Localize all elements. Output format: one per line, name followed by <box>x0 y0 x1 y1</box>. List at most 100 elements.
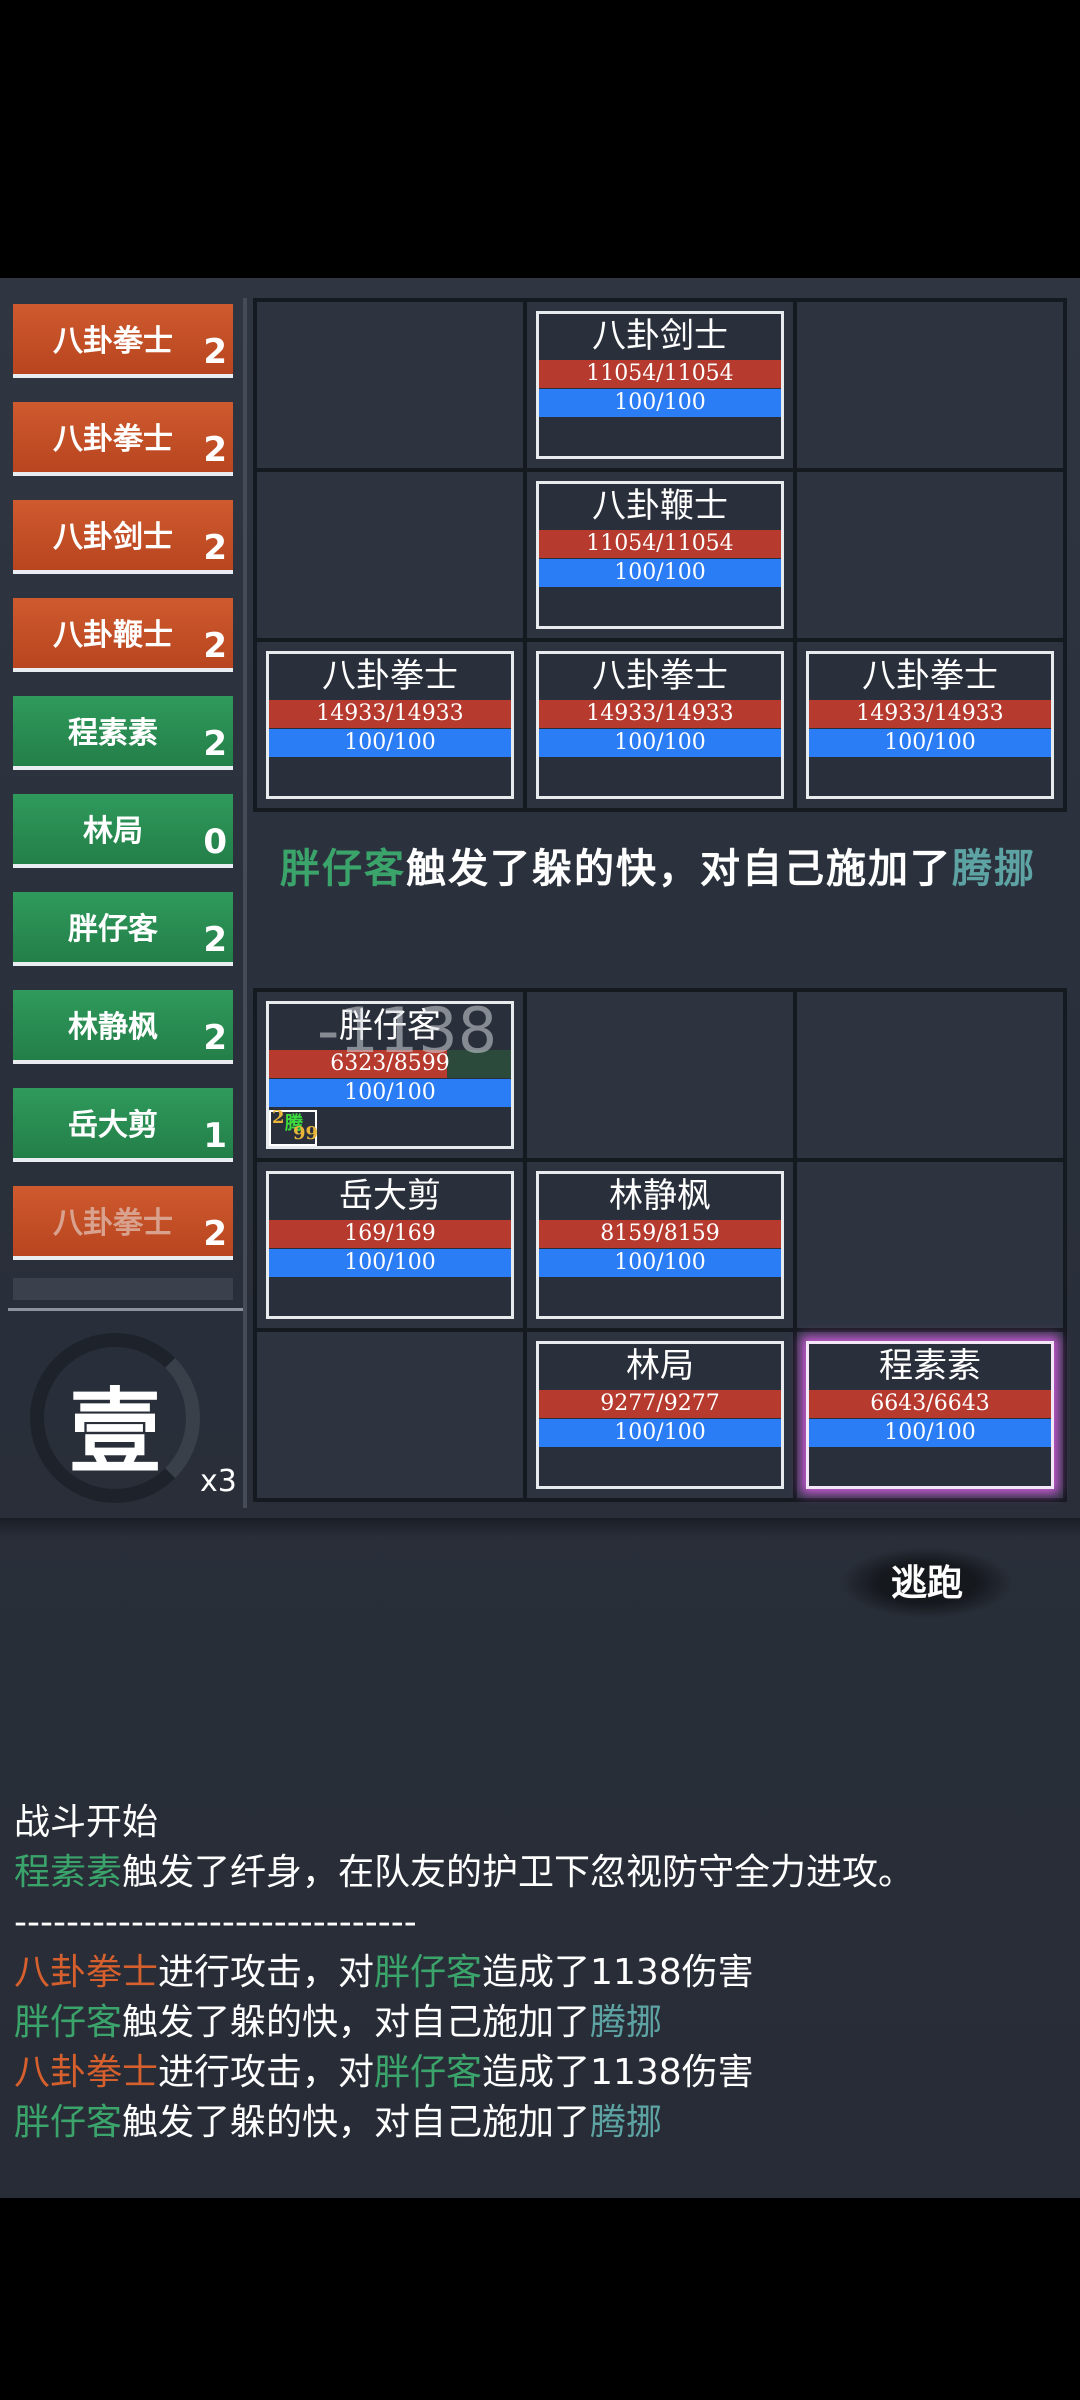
turn-order-item[interactable]: 八卦鞭士 2 <box>13 598 233 672</box>
unit-name: 程素素 <box>879 1346 981 1386</box>
unit-name: 胖仔客 <box>339 1006 441 1046</box>
grid-cell[interactable]: 八卦剑士 11054/11054 100/100 <box>527 302 793 468</box>
mp-bar: 100/100 <box>269 729 511 757</box>
hp-value: 14933/14933 <box>316 701 464 726</box>
ally-unit-card-selected[interactable]: 程素素 6643/6643 100/100 <box>806 1341 1054 1489</box>
grid-cell-empty[interactable] <box>257 1332 523 1498</box>
turn-order-count: 2 <box>203 1018 227 1058</box>
log-effect: 腾挪 <box>590 2002 663 2043</box>
log-actor: 八卦拳士 <box>14 1952 159 1993</box>
mp-value: 100/100 <box>614 1420 706 1445</box>
buff-tengnuo-icon[interactable]: 2 腾 99 <box>269 1107 319 1146</box>
log-text: 触发了躲的快，对自己施加了 <box>122 2102 591 2143</box>
hp-value: 6643/6643 <box>870 1391 990 1416</box>
grid-cell[interactable]: 林静枫 8159/8159 100/100 <box>527 1162 793 1328</box>
log-actor: 程素素 <box>14 1852 123 1893</box>
announce-text: 触发了躲的快，对自己施加了 <box>406 845 952 892</box>
turn-order-name: 八卦鞭士 <box>53 618 173 653</box>
turn-order-count: 2 <box>203 332 227 372</box>
log-line: 胖仔客触发了躲的快，对自己施加了腾挪 <box>14 1998 1064 2048</box>
mp-value: 100/100 <box>614 1250 706 1275</box>
grid-cell-empty[interactable] <box>797 302 1063 468</box>
announce-effect: 腾挪 <box>952 845 1036 892</box>
turn-order-item[interactable]: 胖仔客 2 <box>13 892 233 966</box>
unit-name: 八卦拳士 <box>862 656 998 696</box>
battle-log: 战斗开始 程素素触发了纤身，在队友的护卫下忽视防守全力进攻。 ---------… <box>14 1798 1064 2148</box>
hp-value: 11054/11054 <box>586 361 734 386</box>
log-target: 胖仔客 <box>374 1952 483 1993</box>
round-number: 壹 <box>68 1378 161 1486</box>
enemy-unit-card[interactable]: 八卦剑士 11054/11054 100/100 <box>536 311 784 459</box>
enemy-unit-card[interactable]: 八卦拳士 14933/14933 100/100 <box>536 651 784 799</box>
grid-cell[interactable]: 八卦鞭士 11054/11054 100/100 <box>527 472 793 638</box>
turn-order-item[interactable]: 八卦拳士 2 <box>13 304 233 378</box>
action-announcement: 胖仔客触发了躲的快，对自己施加了腾挪 <box>280 838 1050 900</box>
grid-cell[interactable]: 胖仔客 6323/8599 100/100 2 腾 99 -1138 <box>257 992 523 1158</box>
mp-value: 100/100 <box>614 390 706 415</box>
hp-bar: 11054/11054 <box>539 360 781 388</box>
log-text: 触发了纤身，在队友的护卫下忽视防守全力进攻。 <box>122 1852 915 1893</box>
ally-unit-card[interactable]: 林局 9277/9277 100/100 <box>536 1341 784 1489</box>
mp-value: 100/100 <box>614 560 706 585</box>
unit-name: 八卦鞭士 <box>592 486 728 526</box>
grid-cell-empty[interactable] <box>257 472 523 638</box>
unit-name: 岳大剪 <box>339 1176 441 1216</box>
unit-name: 八卦拳士 <box>592 656 728 696</box>
turn-order-count: 2 <box>203 430 227 470</box>
enemy-unit-card[interactable]: 八卦拳士 14933/14933 100/100 <box>266 651 514 799</box>
buff-stack: 2 <box>272 1107 285 1128</box>
turn-order-item[interactable]: 八卦剑士 2 <box>13 500 233 574</box>
flee-button[interactable]: 逃跑 <box>842 1548 1012 1618</box>
mp-bar: 100/100 <box>809 1419 1051 1447</box>
ally-unit-card[interactable]: 林静枫 8159/8159 100/100 <box>536 1171 784 1319</box>
hp-bar: 8159/8159 <box>539 1220 781 1248</box>
grid-cell[interactable]: 八卦拳士 14933/14933 100/100 <box>257 642 523 808</box>
mp-bar: 100/100 <box>539 1249 781 1277</box>
speed-multiplier[interactable]: x3 <box>200 1464 237 1499</box>
log-target: 胖仔客 <box>374 2052 483 2093</box>
turn-order-count: 1 <box>203 1116 227 1156</box>
grid-cell[interactable]: 八卦拳士 14933/14933 100/100 <box>527 642 793 808</box>
buff-turns: 99 <box>293 1123 319 1144</box>
turn-order-count: 2 <box>203 626 227 666</box>
mp-value: 100/100 <box>614 730 706 755</box>
grid-cell-empty[interactable] <box>797 992 1063 1158</box>
turn-order-footer <box>13 1278 233 1300</box>
turn-order-item[interactable]: 八卦拳士 2 <box>13 1186 233 1260</box>
turn-order-name: 岳大剪 <box>68 1108 158 1143</box>
grid-cell-empty[interactable] <box>797 472 1063 638</box>
turn-order-item[interactable]: 程素素 2 <box>13 696 233 770</box>
grid-cell-empty[interactable] <box>797 1162 1063 1328</box>
turn-order-name: 林静枫 <box>68 1010 158 1045</box>
enemy-unit-card[interactable]: 八卦拳士 14933/14933 100/100 <box>806 651 1054 799</box>
log-line: 胖仔客触发了躲的快，对自己施加了腾挪 <box>14 2098 1064 2148</box>
log-line: 程素素触发了纤身，在队友的护卫下忽视防守全力进攻。 <box>14 1848 1064 1898</box>
battle-screen: 八卦拳士 2 八卦拳士 2 八卦剑士 2 八卦鞭士 2 程素素 2 林局 0 胖… <box>0 278 1080 2198</box>
turn-order-item[interactable]: 林静枫 2 <box>13 990 233 1064</box>
mp-value: 100/100 <box>884 1420 976 1445</box>
turn-order-item[interactable]: 八卦拳士 2 <box>13 402 233 476</box>
log-line: 战斗开始 <box>14 1798 1064 1848</box>
grid-cell[interactable]: 八卦拳士 14933/14933 100/100 <box>797 642 1063 808</box>
turn-order-item[interactable]: 林局 0 <box>13 794 233 868</box>
mp-value: 100/100 <box>344 1250 436 1275</box>
hp-bar: 169/169 <box>269 1220 511 1248</box>
hp-value: 11054/11054 <box>586 531 734 556</box>
grid-cell-empty[interactable] <box>257 302 523 468</box>
ally-unit-card[interactable]: 岳大剪 169/169 100/100 <box>266 1171 514 1319</box>
grid-cell[interactable]: 林局 9277/9277 100/100 <box>527 1332 793 1498</box>
enemy-unit-card[interactable]: 八卦鞭士 11054/11054 100/100 <box>536 481 784 629</box>
mp-bar: 100/100 <box>539 389 781 417</box>
turn-order-item[interactable]: 岳大剪 1 <box>13 1088 233 1162</box>
hp-bar: 14933/14933 <box>539 700 781 728</box>
grid-cell[interactable]: 程素素 6643/6643 100/100 <box>797 1332 1063 1498</box>
grid-cell-empty[interactable] <box>527 992 793 1158</box>
log-effect: 腾挪 <box>590 2102 663 2143</box>
ally-unit-card[interactable]: 胖仔客 6323/8599 100/100 2 腾 99 -1138 <box>266 994 514 1149</box>
turn-order-count: 2 <box>203 920 227 960</box>
mp-bar: 100/100 <box>269 1249 511 1277</box>
divider <box>243 298 247 1508</box>
grid-cell[interactable]: 岳大剪 169/169 100/100 <box>257 1162 523 1328</box>
hp-bar: 14933/14933 <box>809 700 1051 728</box>
turn-order-name: 八卦剑士 <box>53 520 173 555</box>
